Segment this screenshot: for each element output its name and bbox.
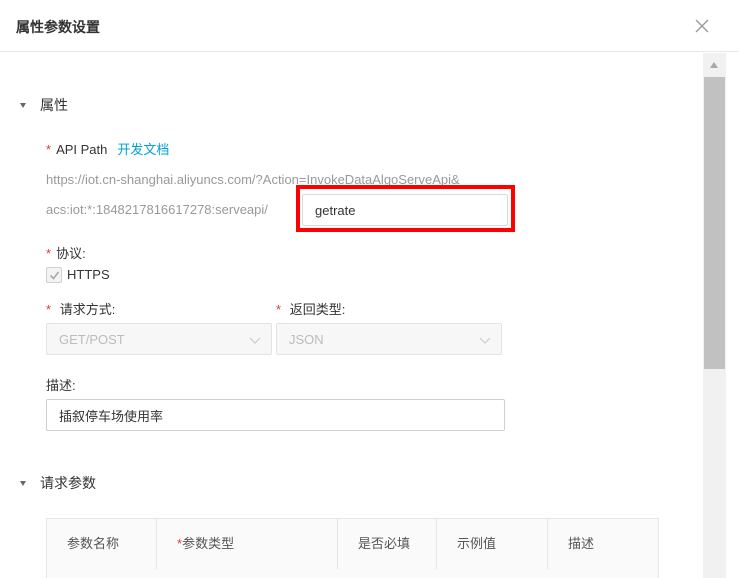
chevron-down-icon <box>249 337 261 344</box>
return-type-select[interactable]: JSON <box>276 323 502 355</box>
vertical-scrollbar[interactable] <box>703 53 726 578</box>
protocol-label: * 协议: <box>46 243 86 262</box>
request-method-select[interactable]: GET/POST <box>46 323 272 355</box>
return-type-label: * 返回类型: <box>276 299 345 318</box>
return-type-label-text: 返回类型: <box>289 302 346 317</box>
column-header-param-name: 参数名称 <box>47 519 157 569</box>
dialog-body: 属性 * API Path 开发文档 https://iot.cn-shanghai… <box>0 53 703 578</box>
scroll-thumb[interactable] <box>704 77 725 369</box>
dialog-title: 属性参数设置 <box>16 19 100 35</box>
check-icon <box>49 271 60 280</box>
request-method-label-text: 请求方式: <box>59 302 116 317</box>
api-path-prefix-line1: https://iot.cn-shanghai.aliyuncs.com/?Ac… <box>46 172 460 187</box>
required-marker: * <box>46 142 52 157</box>
column-header-param-type: *参数类型 <box>157 519 338 569</box>
section-request-params-header[interactable]: 请求参数 <box>20 473 96 493</box>
close-icon[interactable] <box>693 17 711 35</box>
https-checkbox[interactable] <box>46 267 62 283</box>
column-header-param-type-text: 参数类型 <box>182 536 235 551</box>
required-marker: * <box>276 302 282 317</box>
dialog-header: 属性参数设置 <box>0 0 739 52</box>
api-path-input[interactable] <box>302 194 508 226</box>
https-label: HTTPS <box>67 267 110 282</box>
params-table: 参数名称 *参数类型 是否必填 示例值 描述 <box>46 518 659 578</box>
caret-down-icon <box>20 480 26 486</box>
required-marker: * <box>46 246 52 261</box>
return-type-value: JSON <box>289 332 324 347</box>
dev-docs-link[interactable]: 开发文档 <box>117 142 169 157</box>
description-input[interactable] <box>46 399 505 431</box>
scroll-up-arrow-icon[interactable] <box>710 62 718 68</box>
column-header-required: 是否必填 <box>338 519 437 569</box>
api-path-label-text: API Path <box>56 142 108 157</box>
column-header-description: 描述 <box>568 536 595 551</box>
required-marker: * <box>46 302 52 317</box>
api-path-prefix-line2: acs:iot:*:1848217816617278:serveapi/ <box>46 202 268 217</box>
request-method-label: * 请求方式: <box>46 299 115 318</box>
caret-down-icon <box>20 102 26 108</box>
protocol-label-text: 协议: <box>56 246 86 261</box>
chevron-down-icon <box>479 337 491 344</box>
description-label: 描述: <box>46 378 76 393</box>
section-request-params-title: 请求参数 <box>40 475 96 491</box>
section-properties-title: 属性 <box>40 97 68 113</box>
api-path-label: * API Path 开发文档 <box>46 139 169 158</box>
column-header-example: 示例值 <box>437 519 548 569</box>
section-properties-header[interactable]: 属性 <box>20 95 68 115</box>
request-method-value: GET/POST <box>59 332 125 347</box>
